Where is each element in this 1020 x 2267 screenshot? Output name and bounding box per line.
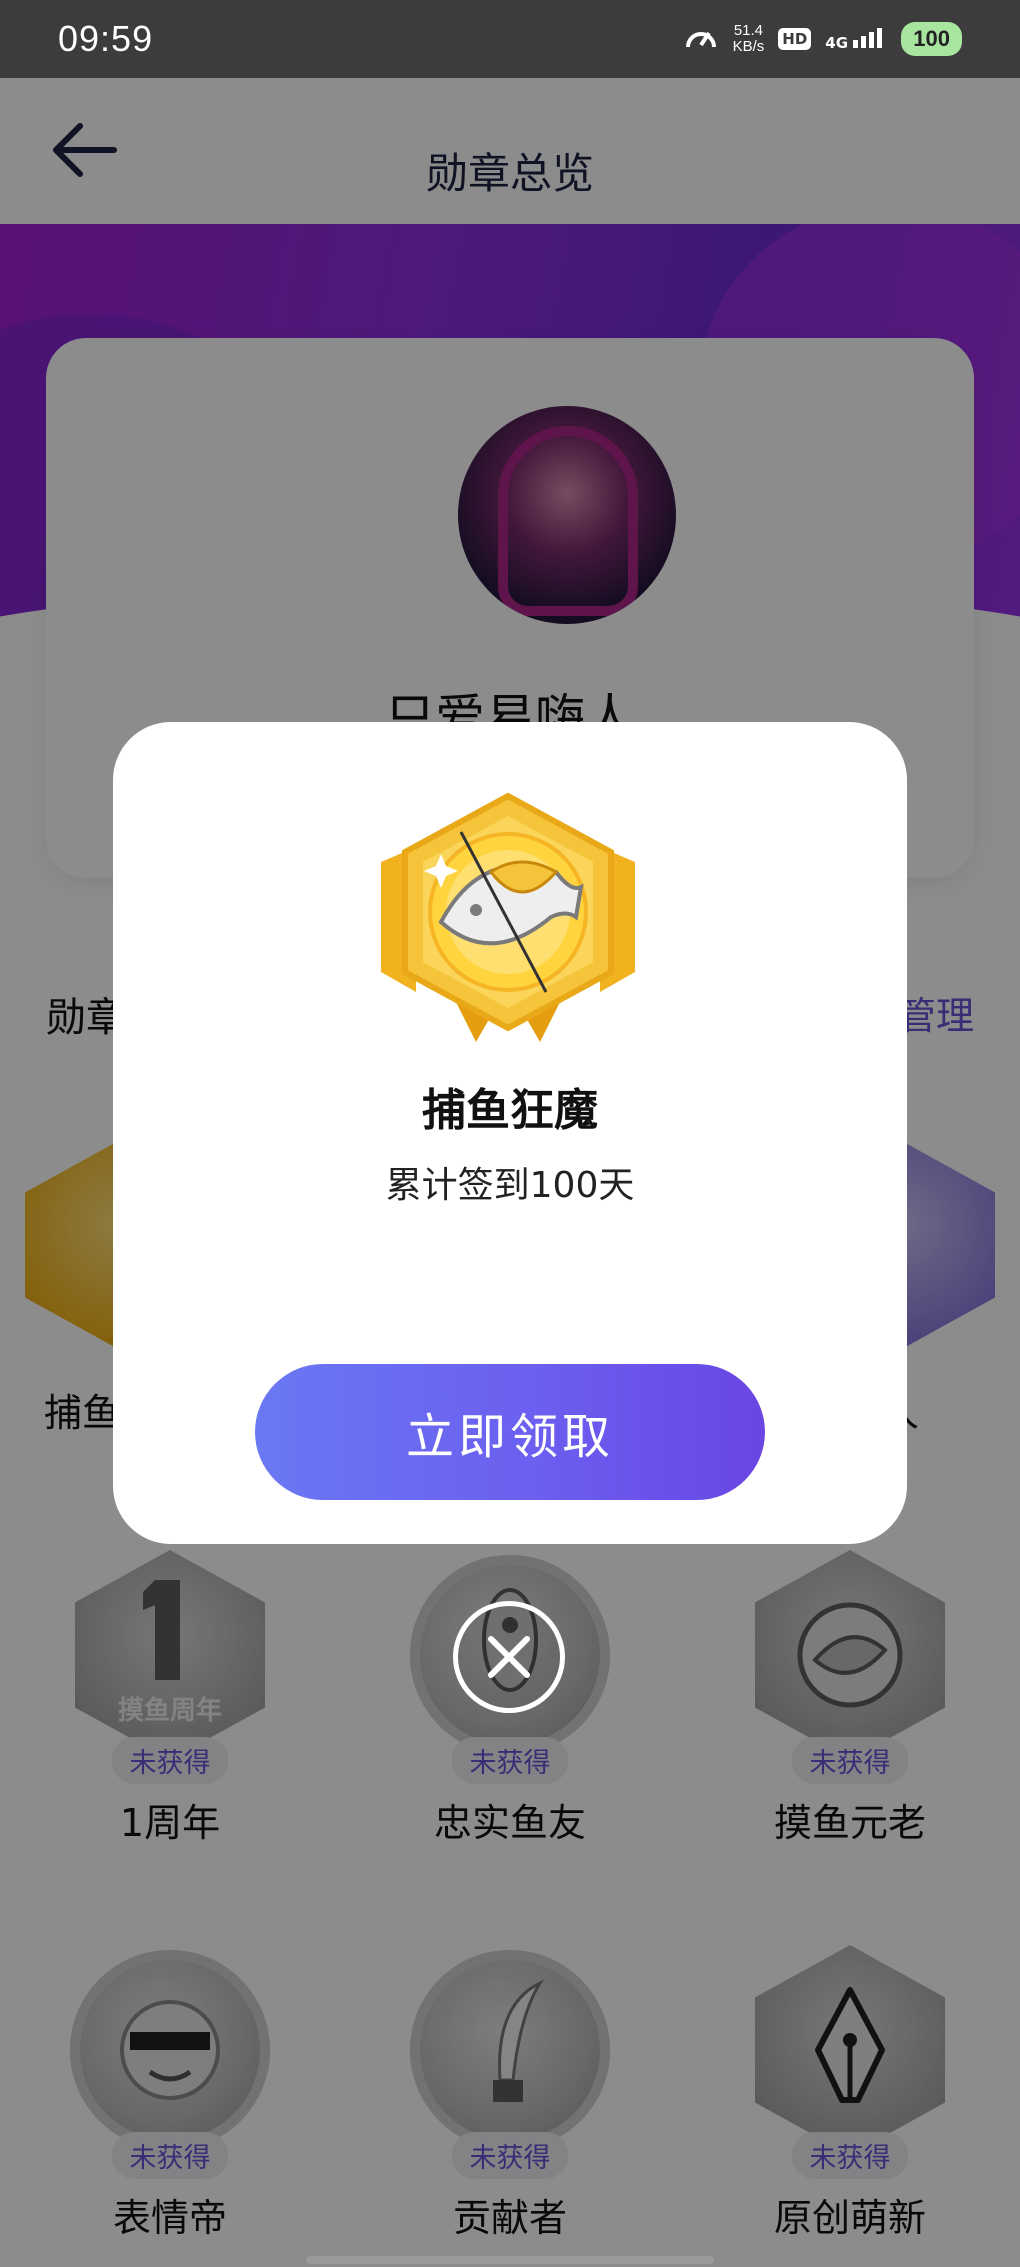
- status-bar: 09:59 51.4 KB/s HD 4G 100: [0, 0, 1020, 78]
- hd-icon: HD: [778, 28, 812, 50]
- status-time: 09:59: [58, 18, 154, 59]
- network-speed: 51.4 KB/s: [732, 22, 765, 55]
- close-button[interactable]: [453, 1601, 565, 1713]
- signal-4g: 4G: [825, 26, 887, 52]
- status-icons: 51.4 KB/s HD 4G 100: [683, 21, 962, 57]
- fish-gold-medal-icon: [381, 792, 635, 1042]
- modal-badge-description: 累计签到100天: [385, 1165, 635, 1206]
- claim-button[interactable]: 立即领取: [255, 1364, 765, 1500]
- battery-icon: 100: [901, 22, 962, 56]
- signal-bars-icon: [853, 28, 883, 48]
- close-icon: [488, 1636, 530, 1678]
- speedometer-icon: [685, 31, 716, 48]
- home-indicator[interactable]: [306, 2256, 714, 2264]
- badge-claim-dialog: 捕鱼狂魔 累计签到100天 立即领取: [113, 722, 907, 1544]
- modal-badge-name: 捕鱼狂魔: [422, 1085, 598, 1136]
